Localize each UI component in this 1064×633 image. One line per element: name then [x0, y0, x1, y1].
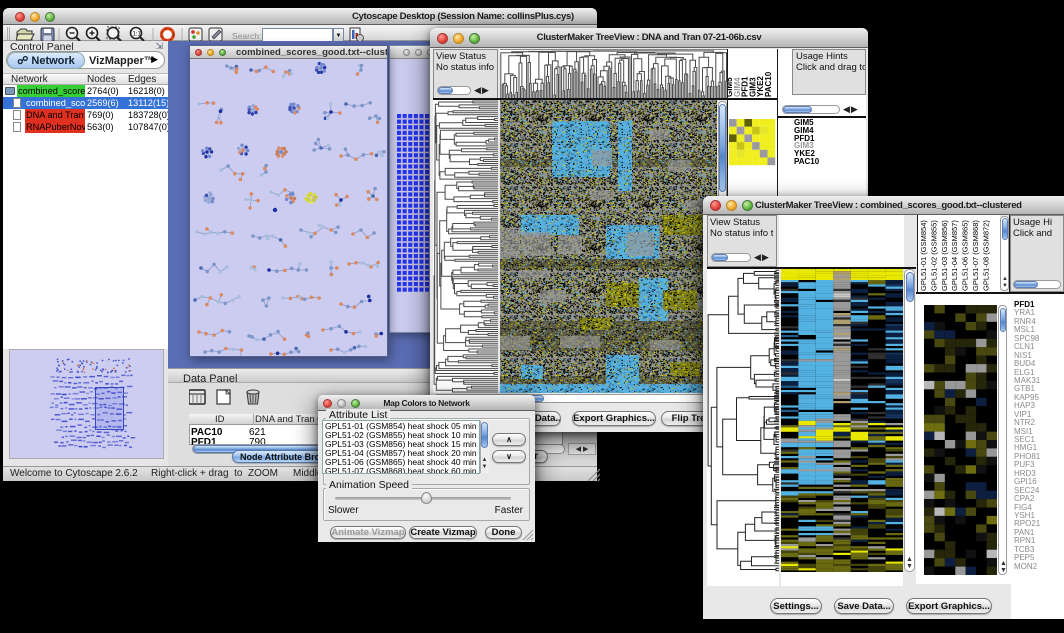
svg-text:GPL51-04 (GSM857): GPL51-04 (GSM857) [950, 220, 959, 291]
svg-text:GPL51-08 (GSM872): GPL51-08 (GSM872) [981, 220, 990, 291]
svg-text:GPL51-06 (GSM865): GPL51-06 (GSM865) [961, 220, 970, 291]
svg-text:GPL51-03 (GSM856): GPL51-03 (GSM856) [940, 220, 949, 291]
svg-text:GPL51-02 (GSM855): GPL51-02 (GSM855) [929, 220, 938, 291]
svg-text:1:1: 1:1 [133, 32, 142, 38]
svg-text:PAC10: PAC10 [764, 71, 773, 97]
svg-text:GPL51-07 (GSM868): GPL51-07 (GSM868) [971, 220, 980, 291]
svg-text:GPL51-01 (GSM854): GPL51-01 (GSM854) [919, 220, 928, 291]
